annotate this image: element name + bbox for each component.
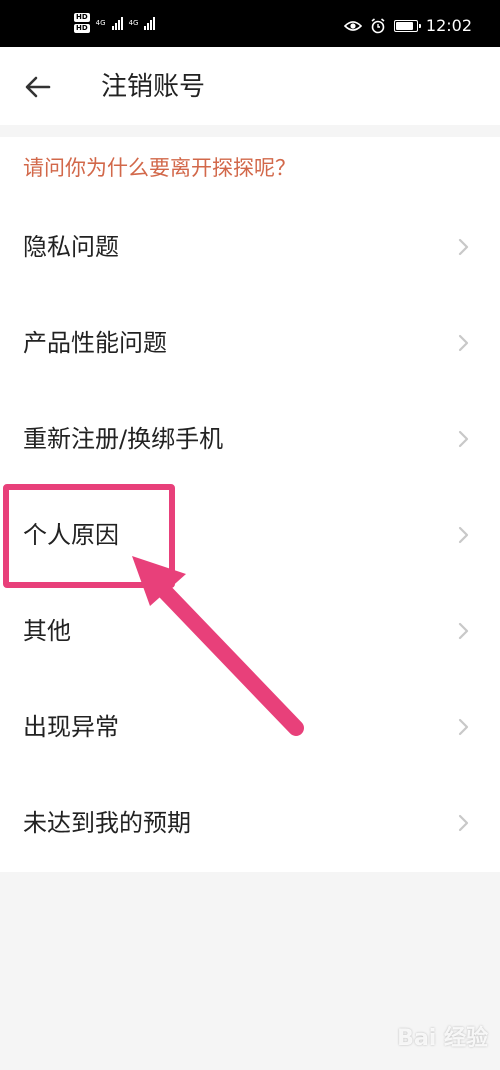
reason-label: 个人原因	[23, 521, 119, 549]
reason-item-performance[interactable]: 产品性能问题	[0, 295, 500, 391]
reason-list-panel: 请问你为什么要离开探探呢？ 隐私问题 产品性能问题 重新注册/换绑手机 个人原因…	[0, 137, 500, 872]
back-button[interactable]	[24, 73, 52, 101]
network-type-label: 4G	[128, 19, 139, 27]
reason-label: 未达到我的预期	[23, 809, 191, 837]
reason-item-privacy[interactable]: 隐私问题	[0, 199, 500, 295]
battery-icon	[393, 19, 421, 32]
network-type-label: 4G	[95, 19, 106, 27]
question-prompt: 请问你为什么要离开探探呢？	[23, 156, 296, 180]
alarm-icon	[370, 17, 386, 34]
status-icons: 12:02	[343, 16, 472, 35]
signal-strength-icon	[111, 16, 123, 30]
chevron-right-icon	[458, 430, 469, 448]
reason-item-expectation[interactable]: 未达到我的预期	[0, 775, 500, 871]
reason-item-reregister[interactable]: 重新注册/换绑手机	[0, 391, 500, 487]
hd-badge: HD	[74, 13, 90, 22]
chevron-right-icon	[458, 622, 469, 640]
arrow-left-icon	[25, 76, 51, 98]
status-bar: HD HD 4G 4G 12:02	[0, 0, 500, 47]
watermark-logo: Bai 经验	[397, 1026, 488, 1051]
reason-item-personal[interactable]: 个人原因	[0, 487, 500, 583]
reason-item-other[interactable]: 其他	[0, 583, 500, 679]
reason-label: 重新注册/换绑手机	[23, 425, 224, 453]
reason-label: 出现异常	[23, 713, 119, 741]
signal-group: HD HD 4G 4G	[74, 13, 156, 33]
app-header: 注销账号	[0, 47, 500, 125]
eye-icon	[343, 20, 362, 32]
hd-badge: HD	[74, 24, 90, 33]
signal-strength-icon	[144, 16, 156, 30]
page-title: 注销账号	[101, 72, 206, 102]
chevron-right-icon	[458, 334, 469, 352]
chevron-right-icon	[458, 814, 469, 832]
chevron-right-icon	[458, 718, 469, 736]
reason-item-abnormal[interactable]: 出现异常	[0, 679, 500, 775]
clock: 12:02	[425, 16, 472, 35]
hd-badges: HD HD	[74, 13, 90, 33]
reason-label: 隐私问题	[23, 233, 119, 261]
chevron-right-icon	[458, 526, 469, 544]
chevron-right-icon	[458, 238, 469, 256]
reason-label: 产品性能问题	[23, 329, 167, 357]
reason-label: 其他	[23, 617, 71, 645]
